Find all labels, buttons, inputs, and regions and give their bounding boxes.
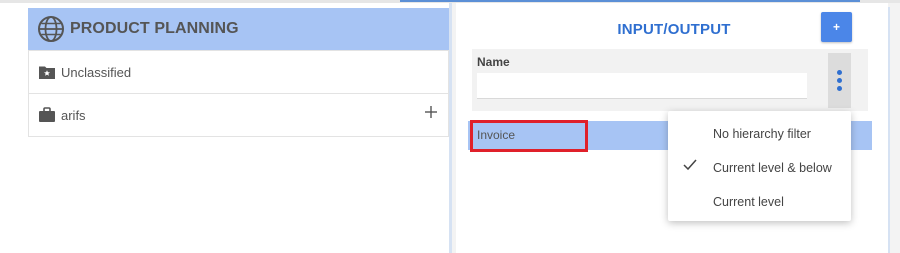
add-button[interactable]: + — [821, 12, 852, 42]
tree-item-label: Unclassified — [61, 64, 132, 80]
tree-item-label: arifs — [61, 107, 86, 123]
hierarchy-filter-menu: No hierarchy filter Current level & belo… — [668, 111, 851, 221]
menu-item-label: No hierarchy filter — [713, 127, 811, 141]
more-vert-icon[interactable] — [828, 53, 851, 108]
left-pane: PRODUCT PLANNING Unclassified arifs — [0, 3, 452, 253]
menu-item-label: Current level & below — [713, 161, 832, 175]
top-accent-line — [400, 0, 860, 2]
name-label: Name — [477, 55, 510, 69]
highlight-box — [470, 120, 588, 152]
right-border — [888, 7, 890, 253]
menu-item-current-level-and-below[interactable]: Current level & below — [668, 148, 851, 182]
check-icon — [683, 159, 697, 171]
name-input[interactable] — [477, 73, 807, 99]
plus-icon[interactable] — [424, 105, 438, 119]
menu-item-current-level[interactable]: Current level — [668, 182, 851, 216]
globe-icon — [37, 15, 65, 43]
folder-star-icon — [38, 64, 56, 80]
filter-area: Name — [472, 49, 868, 111]
briefcase-icon — [38, 107, 56, 123]
header-title: PRODUCT PLANNING — [70, 20, 239, 37]
menu-item-label: Current level — [713, 195, 784, 209]
menu-item-no-hierarchy-filter[interactable]: No hierarchy filter — [668, 114, 851, 148]
tree-item-unclassified[interactable]: Unclassified — [29, 50, 448, 93]
product-planning-header[interactable]: PRODUCT PLANNING — [28, 8, 449, 50]
tree-item-arifs[interactable]: arifs — [29, 93, 448, 136]
tree-list: Unclassified arifs — [28, 50, 449, 137]
